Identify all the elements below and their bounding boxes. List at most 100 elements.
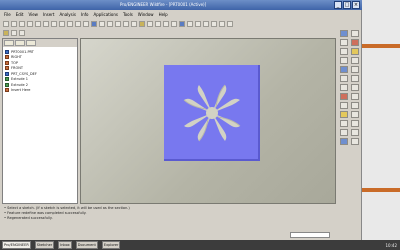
new-file-icon[interactable] (3, 20, 9, 27)
open-file-icon[interactable] (11, 20, 17, 27)
close-button[interactable]: × (352, 1, 360, 9)
taskbar-item[interactable]: Document (75, 241, 98, 249)
draft-tool-icon[interactable] (351, 84, 359, 91)
taskbar-item[interactable]: Sketcher (34, 241, 55, 249)
revolve-tool-icon[interactable] (351, 57, 359, 64)
zoom-in-icon[interactable] (99, 20, 105, 27)
print-icon[interactable] (27, 20, 33, 27)
datum-plane-icon (5, 66, 9, 71)
refit-icon[interactable] (115, 20, 121, 27)
save-icon[interactable] (19, 20, 25, 27)
part-icon (5, 49, 9, 54)
menu-tools[interactable]: Tools (123, 10, 133, 19)
graphics-viewport[interactable] (80, 38, 336, 204)
rib-tool-icon[interactable] (340, 84, 348, 91)
sweep-tool-icon[interactable] (340, 66, 348, 73)
regenerate-icon[interactable] (83, 20, 89, 27)
merge-tool-icon[interactable] (340, 111, 348, 118)
menu-applications[interactable]: Applications (94, 10, 118, 19)
saved-views-icon[interactable] (131, 20, 137, 27)
menu-insert[interactable]: Insert (43, 10, 54, 19)
round-tool-icon[interactable] (340, 93, 348, 100)
maximize-button[interactable]: □ (343, 1, 351, 9)
pattern-tool-icon[interactable] (340, 102, 348, 109)
window-title: Pro/ENGINEER Wildfire - [PRT0001 (Active… (120, 2, 207, 7)
menu-view[interactable]: View (28, 10, 38, 19)
spin-center-icon[interactable] (219, 20, 225, 27)
menu-bar: File Edit View Insert Analysis Info Appl… (0, 10, 362, 19)
settings-icon[interactable] (19, 29, 25, 36)
layers-icon[interactable] (139, 20, 145, 27)
datum-curve-tool-icon[interactable] (340, 39, 348, 46)
datum-plane-icon (5, 55, 9, 60)
taskbar: Pro/ENGINEER Sketcher Inbox Document Exp… (0, 240, 400, 250)
datum-axes-icon[interactable] (195, 20, 201, 27)
menu-info[interactable]: Info (81, 10, 89, 19)
folder-browser-tab[interactable] (15, 40, 25, 46)
shading-icon[interactable] (179, 20, 185, 27)
cut-icon[interactable] (59, 20, 65, 27)
accent-bar (362, 188, 400, 192)
model-tree-panel: PRT0001.PRT RIGHT TOP FRONT PRT_CSYS_DEF… (2, 38, 78, 204)
favorites-tab[interactable] (26, 40, 36, 46)
style-tool-icon[interactable] (351, 138, 359, 145)
accent-bar (362, 44, 400, 48)
menu-edit[interactable]: Edit (16, 10, 24, 19)
warp-tool-icon[interactable] (340, 138, 348, 145)
datum-plane-tool-icon[interactable] (340, 30, 348, 37)
blend-tool-icon[interactable] (351, 66, 359, 73)
solidify-tool-icon[interactable] (351, 129, 359, 136)
coordinate-systems-icon[interactable] (211, 20, 217, 27)
feature-toolbar (338, 28, 360, 204)
datum-point-tool-icon[interactable] (351, 39, 359, 46)
selection-filter-dropdown[interactable] (290, 232, 330, 238)
part-model[interactable] (164, 65, 260, 161)
hole-tool-icon[interactable] (340, 75, 348, 82)
sketch-tool-icon[interactable] (351, 48, 359, 55)
extend-tool-icon[interactable] (340, 120, 348, 127)
zoom-out-icon[interactable] (107, 20, 113, 27)
reorient-icon[interactable] (123, 20, 129, 27)
tree-item[interactable]: Insert Here (5, 88, 75, 94)
hidden-line-icon[interactable] (163, 20, 169, 27)
menu-analysis[interactable]: Analysis (59, 10, 75, 19)
model-tree-toggle-icon[interactable] (11, 29, 17, 36)
model-tree-tab[interactable] (4, 40, 14, 46)
undo-icon[interactable] (43, 20, 49, 27)
shell-tool-icon[interactable] (351, 75, 359, 82)
help-icon[interactable] (227, 20, 233, 27)
paste-icon[interactable] (75, 20, 81, 27)
main-window: Pro/ENGINEER Wildfire - [PRT0001 (Active… (0, 0, 362, 240)
menu-window[interactable]: Window (138, 10, 154, 19)
repaint-icon[interactable] (91, 20, 97, 27)
minimize-button[interactable]: _ (334, 1, 342, 9)
menu-help[interactable]: Help (159, 10, 168, 19)
taskbar-item[interactable]: Explorer (101, 241, 121, 249)
offset-tool-icon[interactable] (351, 120, 359, 127)
datum-axis-tool-icon[interactable] (351, 30, 359, 37)
redo-icon[interactable] (51, 20, 57, 27)
no-hidden-icon[interactable] (171, 20, 177, 27)
menu-file[interactable]: File (4, 10, 11, 19)
extrude-tool-icon[interactable] (340, 57, 348, 64)
thicken-tool-icon[interactable] (340, 129, 348, 136)
view-manager-icon[interactable] (147, 20, 153, 27)
email-icon[interactable] (35, 20, 41, 27)
trim-tool-icon[interactable] (351, 111, 359, 118)
select-filter-icon[interactable] (3, 29, 9, 36)
wireframe-icon[interactable] (155, 20, 161, 27)
datum-points-icon[interactable] (203, 20, 209, 27)
side-window (362, 0, 400, 240)
title-bar: Pro/ENGINEER Wildfire - [PRT0001 (Active… (0, 0, 362, 10)
csys-tool-icon[interactable] (340, 48, 348, 55)
message-area: • Select a sketch. (If a sketch is selec… (2, 206, 336, 232)
taskbar-item[interactable]: Pro/ENGINEER (2, 241, 31, 249)
csys-icon (5, 71, 9, 76)
datum-plane-icon (5, 60, 9, 65)
datum-planes-icon[interactable] (187, 20, 193, 27)
cutout-shape (183, 84, 241, 142)
taskbar-item[interactable]: Inbox (58, 241, 72, 249)
chamfer-tool-icon[interactable] (351, 93, 359, 100)
mirror-tool-icon[interactable] (351, 102, 359, 109)
copy-icon[interactable] (67, 20, 73, 27)
